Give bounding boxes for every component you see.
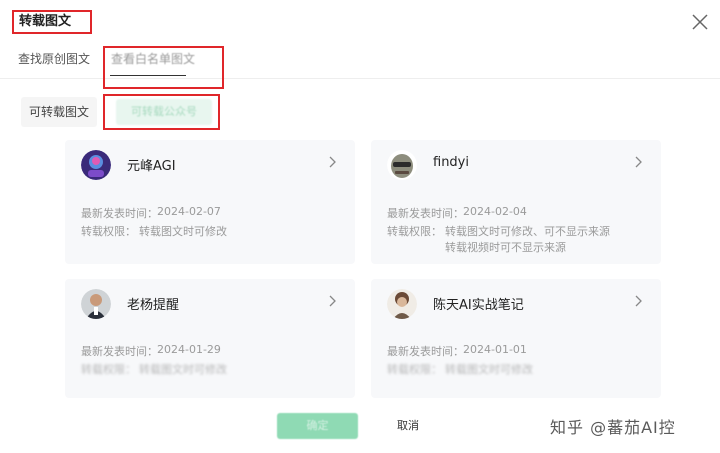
account-name: 陈天AI实战笔记	[433, 298, 524, 313]
subtab-reprintable-accounts[interactable]: 可转载公众号	[116, 99, 212, 125]
chevron-right-icon	[635, 156, 642, 168]
permission-value: 转载图文时可修改	[139, 225, 227, 238]
latest-date: 2024-01-29	[157, 343, 221, 356]
chevron-right-icon	[329, 295, 336, 307]
permission-label: 转载权限：	[387, 363, 442, 376]
permission-row: 转载权限： 转载图文时可修改、可不显示来源	[387, 223, 610, 239]
latest-row: 最新发表时间： 2024-01-01	[387, 343, 527, 359]
dialog-footer: 确定 取消 知乎 @蕃茄AI控	[0, 398, 720, 453]
avatar	[387, 150, 417, 180]
account-card[interactable]: findyi 最新发表时间： 2024-02-04 转载权限： 转载图文时可修改…	[371, 140, 661, 264]
latest-label: 最新发表时间：	[387, 207, 464, 220]
latest-row: 最新发表时间： 2024-01-29	[81, 343, 221, 359]
close-icon[interactable]	[690, 12, 710, 32]
tab-find-original[interactable]: 查找原创图文	[18, 50, 90, 67]
chevron-right-icon	[329, 156, 336, 168]
account-name: 元峰AGI	[127, 159, 176, 174]
chevron-right-icon	[635, 295, 642, 307]
latest-label: 最新发表时间：	[81, 207, 158, 220]
account-card[interactable]: 陈天AI实战笔记 最新发表时间： 2024-01-01 转载权限： 转载图文时可…	[371, 279, 661, 398]
latest-date: 2024-01-01	[463, 343, 527, 356]
permission-row: 转载权限： 转载图文时可修改	[81, 361, 227, 377]
latest-date: 2024-02-04	[463, 205, 527, 218]
watermark: 知乎 @蕃茄AI控	[550, 418, 676, 437]
cancel-button[interactable]: 取消	[380, 413, 436, 439]
tab-active-underline	[110, 75, 186, 76]
avatar	[81, 150, 111, 180]
permission-row: 转载权限： 转载图文时可修改	[387, 361, 533, 377]
permission-value: 转载视频时可不显示来源	[445, 241, 566, 254]
permission-label: 转载权限：	[81, 363, 136, 376]
latest-label: 最新发表时间：	[81, 345, 158, 358]
latest-row: 最新发表时间： 2024-02-04	[387, 205, 527, 221]
avatar	[81, 289, 111, 319]
account-name: 老杨提醒	[127, 298, 180, 313]
confirm-button[interactable]: 确定	[277, 413, 358, 439]
dialog-title: 转载图文	[12, 10, 92, 34]
account-card[interactable]: 老杨提醒 最新发表时间： 2024-01-29 转载权限： 转载图文时可修改	[65, 279, 355, 398]
latest-row: 最新发表时间： 2024-02-07	[81, 205, 221, 221]
permission-row: 转载权限： 转载图文时可修改	[81, 223, 227, 239]
latest-label: 最新发表时间：	[387, 345, 464, 358]
subtab-reprintable-articles[interactable]: 可转载图文	[21, 97, 97, 127]
latest-date: 2024-02-07	[157, 205, 221, 218]
permission-value: 转载图文时可修改、可不显示来源	[445, 225, 610, 238]
reprint-dialog: 转载图文 查找原创图文 查看白名单图文 可转载图文 可转载公众号 元峰AGI 最…	[0, 0, 720, 453]
permission-value: 转载图文时可修改	[445, 363, 533, 376]
tab-bar: 查找原创图文 查看白名单图文	[0, 44, 720, 89]
permission-value: 转载图文时可修改	[139, 363, 227, 376]
account-card[interactable]: 元峰AGI 最新发表时间： 2024-02-07 转载权限： 转载图文时可修改	[65, 140, 355, 264]
avatar	[387, 289, 417, 319]
permission-label: 转载权限：	[81, 225, 136, 238]
tab-whitelist[interactable]: 查看白名单图文	[111, 50, 195, 67]
account-name: findyi	[433, 155, 469, 170]
permission-label: 转载权限：	[387, 225, 442, 238]
